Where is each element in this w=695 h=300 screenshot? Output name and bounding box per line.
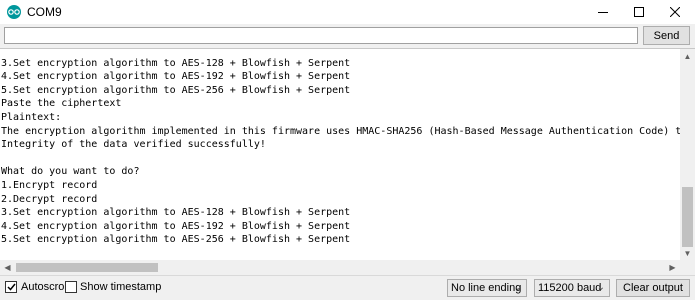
output-line: 4.Set encryption algorithm to AES-192 + … xyxy=(1,220,351,232)
chevron-down-icon: ⌄ xyxy=(513,282,522,293)
minimize-icon xyxy=(598,12,608,13)
bottom-bar: Autoscroll Show timestamp No line ending… xyxy=(0,276,695,300)
line-ending-value: No line ending xyxy=(451,282,522,294)
scroll-down-icon[interactable]: ▼ xyxy=(680,246,695,261)
baud-rate-select[interactable]: 115200 baud ⌄ xyxy=(534,279,610,297)
checkmark-icon xyxy=(6,283,16,291)
send-row: Send xyxy=(0,24,695,48)
autoscroll-checkbox[interactable] xyxy=(5,281,17,293)
serial-input[interactable] xyxy=(4,27,638,44)
output-line: 3.Set encryption algorithm to AES-128 + … xyxy=(1,207,351,219)
serial-output[interactable]: 3.Set encryption algorithm to AES-128 + … xyxy=(0,48,695,262)
output-line: 4.Set encryption algorithm to AES-192 + … xyxy=(1,71,351,83)
clear-output-button[interactable]: Clear output xyxy=(616,279,690,297)
horizontal-scroll-thumb[interactable] xyxy=(16,263,158,272)
autoscroll-label: Autoscroll xyxy=(21,281,70,293)
output-line-partial xyxy=(1,49,681,57)
output-line: 5.Set encryption algorithm to AES-256 + … xyxy=(1,234,351,246)
output-text: 3.Set encryption algorithm to AES-128 + … xyxy=(1,49,695,247)
baud-rate-value: 115200 baud xyxy=(538,282,602,294)
output-line: What do you want to do? xyxy=(1,166,140,178)
vertical-scroll-thumb[interactable] xyxy=(682,187,693,247)
chevron-down-icon: ⌄ xyxy=(596,282,605,293)
scroll-right-icon[interactable]: ▶ xyxy=(665,260,680,275)
minimize-button[interactable] xyxy=(585,0,621,24)
output-line: The encryption algorithm implemented in … xyxy=(1,125,695,137)
output-line: 3.Set encryption algorithm to AES-128 + … xyxy=(1,57,351,69)
close-button[interactable] xyxy=(657,0,693,24)
output-line: Plaintext: xyxy=(1,111,62,123)
send-button[interactable]: Send xyxy=(643,26,690,45)
output-line: Paste the ciphertext xyxy=(1,98,122,110)
horizontal-scrollbar[interactable]: ◀ ▶ xyxy=(0,260,695,276)
scroll-up-icon[interactable]: ▲ xyxy=(680,49,695,64)
close-icon xyxy=(670,7,680,17)
line-ending-select[interactable]: No line ending ⌄ xyxy=(447,279,527,297)
window-title: COM9 xyxy=(27,5,62,19)
output-line: 1.Encrypt record xyxy=(1,179,98,191)
scroll-corner xyxy=(680,260,695,275)
show-timestamp-label: Show timestamp xyxy=(80,281,162,293)
output-line: 2.Decrypt record xyxy=(1,193,98,205)
maximize-button[interactable] xyxy=(621,0,657,24)
output-line: Integrity of the data verified successfu… xyxy=(1,139,266,151)
output-line: 5.Set encryption algorithm to AES-256 + … xyxy=(1,84,351,96)
vertical-scrollbar[interactable]: ▲ ▼ xyxy=(680,49,695,261)
maximize-icon xyxy=(634,7,644,17)
arduino-logo-icon xyxy=(7,5,21,19)
title-bar: COM9 xyxy=(0,0,695,24)
show-timestamp-checkbox[interactable] xyxy=(65,281,77,293)
scroll-left-icon[interactable]: ◀ xyxy=(0,260,15,275)
